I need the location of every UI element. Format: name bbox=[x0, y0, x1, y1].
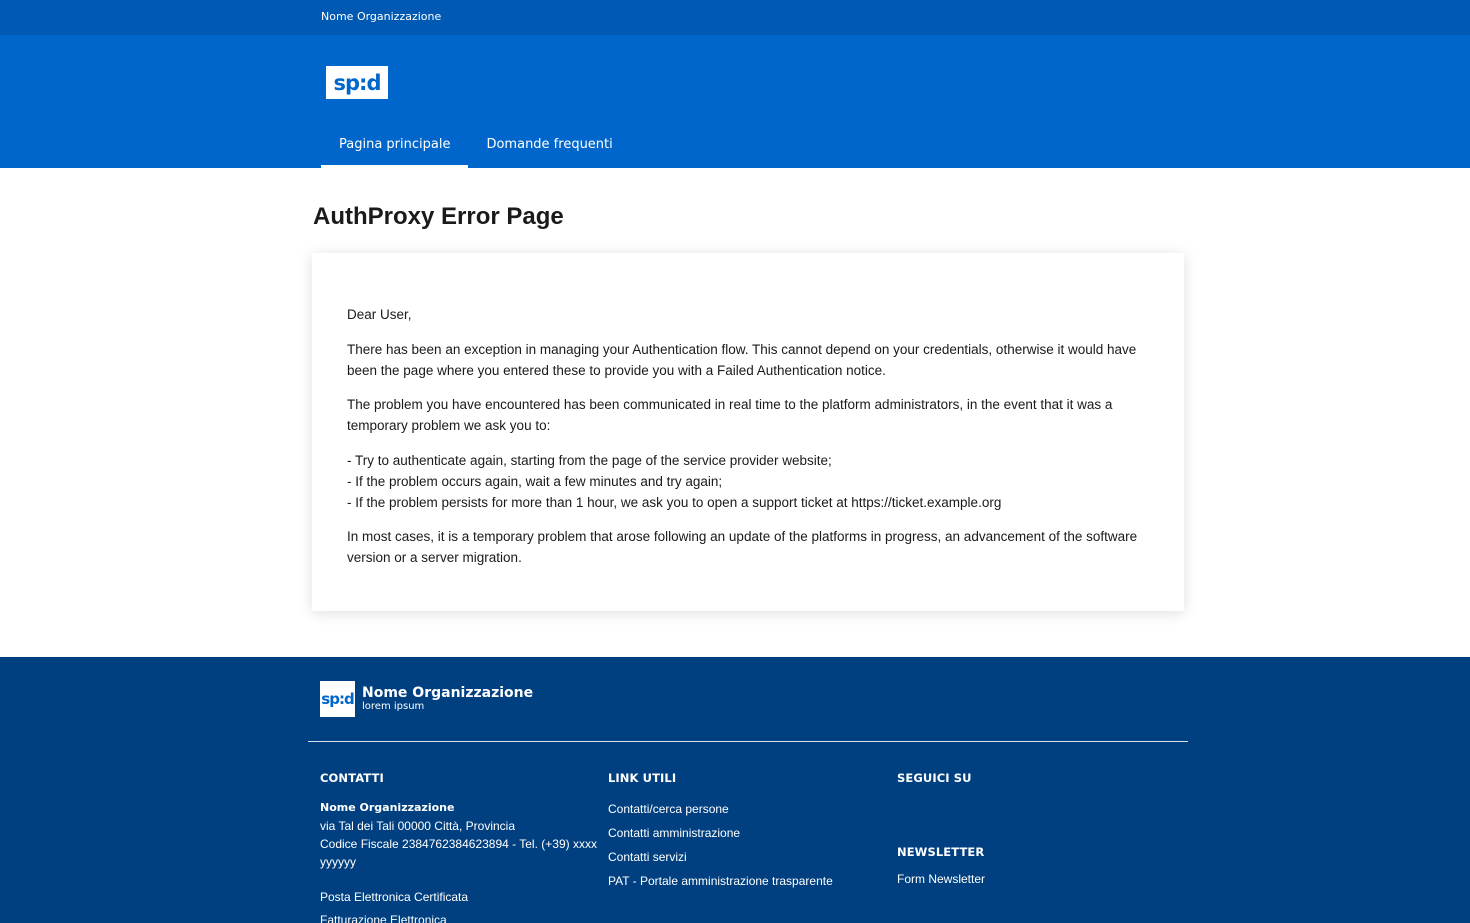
nav-item-faq-label: Domande frequenti bbox=[486, 137, 613, 152]
page-title: AuthProxy Error Page bbox=[313, 203, 564, 230]
fatturazione-link[interactable]: Fatturazione Elettronica bbox=[320, 911, 605, 923]
nav-item-home-label: Pagina principale bbox=[339, 137, 451, 152]
steps-list: - Try to authenticate again, starting fr… bbox=[347, 450, 1147, 513]
paragraph-most-cases: In most cases, it is a temporary problem… bbox=[347, 529, 1138, 565]
contatti-address: via Tal dei Tali 00000 Città, Provincia bbox=[320, 819, 515, 833]
paragraph-problem: The problem you have encountered has bee… bbox=[347, 397, 1113, 433]
link-utili-list: Contatti/cerca persone Contatti amminist… bbox=[608, 800, 888, 890]
footer-org-name[interactable]: Nome Organizzazione bbox=[362, 685, 533, 701]
footer-link-utili: LINK UTILI Contatti/cerca persone Contat… bbox=[608, 771, 888, 896]
link-pat[interactable]: PAT - Portale amministrazione trasparent… bbox=[608, 872, 888, 890]
footer-org-sub: lorem ipsum bbox=[362, 701, 425, 712]
newsletter-link[interactable]: Form Newsletter bbox=[897, 870, 985, 888]
seguici-title: SEGUICI SU bbox=[897, 771, 972, 785]
step-item: - Try to authenticate again, starting fr… bbox=[347, 452, 832, 468]
contatti-title: CONTATTI bbox=[320, 771, 384, 785]
contatti-org-name: Nome Organizzazione bbox=[320, 801, 455, 814]
link-contatti-amministrazione[interactable]: Contatti amministrazione bbox=[608, 824, 888, 842]
center-header: sp:d Pagina principale Domande frequenti bbox=[0, 35, 1470, 168]
footer-spid-logo[interactable]: sp:d bbox=[320, 681, 355, 717]
slim-header-org-name[interactable]: Nome Organizzazione bbox=[321, 10, 441, 23]
greeting: Dear User, bbox=[347, 307, 412, 322]
footer-seguici: SEGUICI SU NEWSLETTER Form Newsletter bbox=[897, 771, 1177, 886]
link-contatti-servizi[interactable]: Contatti servizi bbox=[608, 848, 888, 866]
footer-divider bbox=[308, 741, 1188, 742]
nav-item-faq[interactable]: Domande frequenti bbox=[468, 131, 630, 168]
main-nav: Pagina principale Domande frequenti bbox=[321, 131, 631, 168]
footer: sp:d Nome Organizzazione lorem ipsum CON… bbox=[0, 657, 1470, 923]
paragraph-exception: There has been an exception in managing … bbox=[347, 341, 1137, 378]
newsletter-title: NEWSLETTER bbox=[897, 845, 985, 859]
contatti-fiscal: Codice Fiscale 2384762384623894 - Tel. (… bbox=[320, 837, 597, 869]
error-message: Dear User, There has been an exception i… bbox=[347, 304, 1147, 582]
footer-contatti: CONTATTI Nome Organizzazione via Tal dei… bbox=[320, 771, 605, 923]
error-card: Dear User, There has been an exception i… bbox=[312, 253, 1184, 611]
link-contatti-persone[interactable]: Contatti/cerca persone bbox=[608, 800, 888, 818]
pec-link[interactable]: Posta Elettronica Certificata bbox=[320, 888, 605, 906]
spid-logo-text: sp:d bbox=[333, 70, 382, 95]
step-item: - If the problem occurs again, wait a fe… bbox=[347, 473, 723, 489]
nav-item-home[interactable]: Pagina principale bbox=[321, 131, 469, 168]
spid-logo[interactable]: sp:d bbox=[326, 66, 388, 99]
step-item: - If the problem persists for more than … bbox=[347, 494, 1002, 510]
slim-header: Nome Organizzazione bbox=[0, 0, 1470, 35]
footer-logo-text: sp:d bbox=[321, 690, 354, 708]
link-utili-title: LINK UTILI bbox=[608, 771, 677, 785]
